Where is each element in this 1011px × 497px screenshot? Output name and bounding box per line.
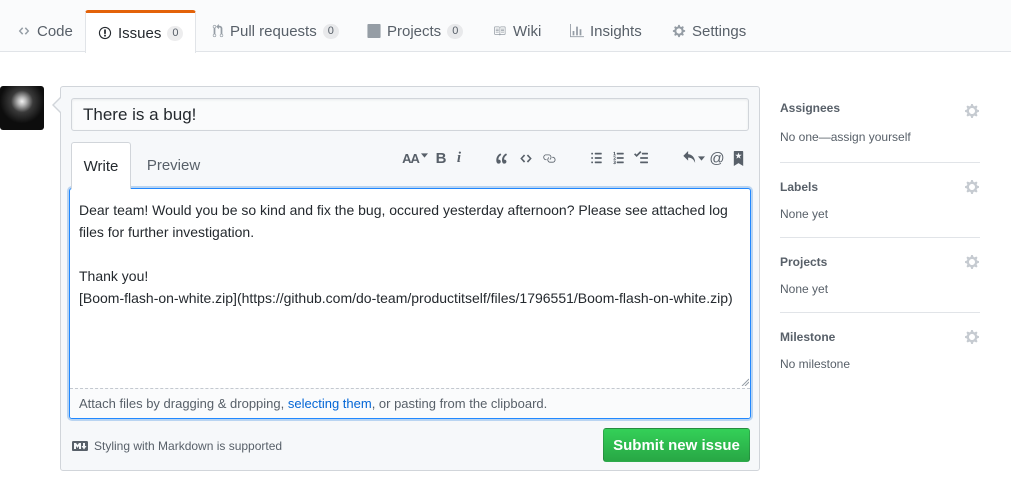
issue-body-textarea[interactable]: Dear team! Would you be so kind and fix … (70, 189, 750, 388)
sidebar-labels: Labels None yet (780, 162, 980, 237)
new-issue-form: Write Preview AA B i @ Dear team! Would … (52, 86, 760, 471)
pull-requests-counter: 0 (322, 23, 339, 39)
sidebar-title: Projects (780, 255, 828, 269)
gear-icon[interactable] (964, 179, 980, 195)
tab-issues[interactable]: Issues 0 (85, 10, 197, 53)
quote-button[interactable] (494, 147, 510, 169)
list-ordered-icon (612, 151, 624, 165)
gear-icon[interactable] (964, 103, 980, 119)
reply-button[interactable] (681, 147, 705, 169)
tasklist-icon (634, 151, 648, 164)
bold-button[interactable]: B (435, 147, 447, 169)
gear-icon[interactable] (964, 254, 980, 270)
header-button[interactable]: AA (401, 147, 429, 169)
saved-replies-button[interactable] (731, 147, 745, 169)
sidebar-value: No milestone (780, 357, 851, 371)
code-icon (18, 27, 30, 35)
book-icon (494, 26, 506, 36)
link-button[interactable] (540, 147, 558, 169)
file-attach-dropzone[interactable]: Attach files by dragging & dropping, sel… (70, 388, 750, 418)
tab-wiki[interactable]: Wiki (480, 9, 553, 53)
sidebar-title: Labels (780, 180, 819, 194)
attach-prefix: Attach files by dragging & dropping, (79, 396, 288, 411)
issue-opened-icon (98, 26, 112, 40)
tab-label: Wiki (513, 22, 542, 40)
assign-yourself-link[interactable]: No one—assign yourself (780, 130, 911, 144)
tab-code[interactable]: Code (5, 9, 85, 53)
comment-editor: Dear team! Would you be so kind and fix … (69, 188, 751, 419)
tab-label: Insights (590, 22, 642, 40)
tab-insights[interactable]: Insights (558, 9, 654, 53)
tab-label: Issues (118, 24, 162, 42)
reply-icon (682, 151, 695, 163)
tab-pull-requests[interactable]: Pull requests 0 (200, 9, 351, 53)
git-pull-request-icon (212, 24, 224, 38)
submit-new-issue-button[interactable]: Submit new issue (603, 428, 750, 462)
project-icon (367, 24, 381, 38)
sidebar-value: None yet (780, 282, 829, 296)
attach-suffix: , or pasting from the clipboard. (371, 396, 548, 411)
unordered-list-button[interactable] (588, 147, 604, 169)
issue-sidebar: Assignees No one—assign yourself Labels … (780, 86, 980, 387)
tab-label: Code (37, 22, 73, 40)
repo-nav: Code Issues 0 Pull requests 0 Projects 0… (0, 0, 1011, 53)
avatar[interactable] (0, 86, 44, 130)
gear-icon (672, 24, 686, 38)
chevron-down-icon (697, 155, 705, 161)
list-unordered-icon (590, 152, 602, 164)
sidebar-title: Milestone (780, 330, 836, 344)
italic-icon: i (456, 149, 462, 166)
tab-preview[interactable]: Preview (136, 142, 211, 188)
tab-label: Projects (387, 22, 442, 40)
gear-icon[interactable] (964, 329, 980, 345)
issues-counter: 0 (167, 25, 184, 41)
sidebar-projects: Projects None yet (780, 237, 980, 312)
projects-counter: 0 (447, 23, 464, 39)
resize-handle-icon[interactable] (741, 378, 749, 386)
tab-write[interactable]: Write (71, 142, 131, 189)
quote-icon (496, 152, 508, 164)
ordered-list-button[interactable] (610, 147, 626, 169)
graph-icon (570, 24, 584, 38)
header-text-icon: AA (402, 150, 420, 166)
markdown-note-label: Styling with Markdown is supported (94, 439, 283, 453)
select-files-link[interactable]: selecting them (288, 396, 372, 411)
issue-title-input[interactable] (71, 98, 749, 131)
markdown-icon (72, 441, 88, 451)
tab-projects[interactable]: Projects 0 (355, 9, 475, 53)
italic-button[interactable]: i (454, 147, 464, 169)
tab-label: Pull requests (230, 22, 317, 40)
markdown-help[interactable]: Styling with Markdown is supported (72, 438, 282, 454)
sidebar-value: None yet (780, 207, 829, 221)
mention-icon: @ (709, 149, 725, 167)
code-button[interactable] (518, 147, 534, 169)
task-list-button[interactable] (632, 147, 650, 169)
link-icon (543, 153, 556, 163)
bold-icon: B (435, 149, 447, 167)
sidebar-title: Assignees (780, 101, 841, 115)
mention-button[interactable]: @ (709, 147, 725, 169)
code-icon (520, 153, 532, 163)
sidebar-milestone: Milestone No milestone (780, 312, 980, 387)
tab-label: Settings (692, 22, 747, 40)
sidebar-assignees: Assignees No one—assign yourself (780, 86, 980, 162)
bookmark-icon (733, 150, 743, 166)
chevron-down-icon (420, 152, 428, 158)
tab-settings[interactable]: Settings (660, 9, 758, 53)
